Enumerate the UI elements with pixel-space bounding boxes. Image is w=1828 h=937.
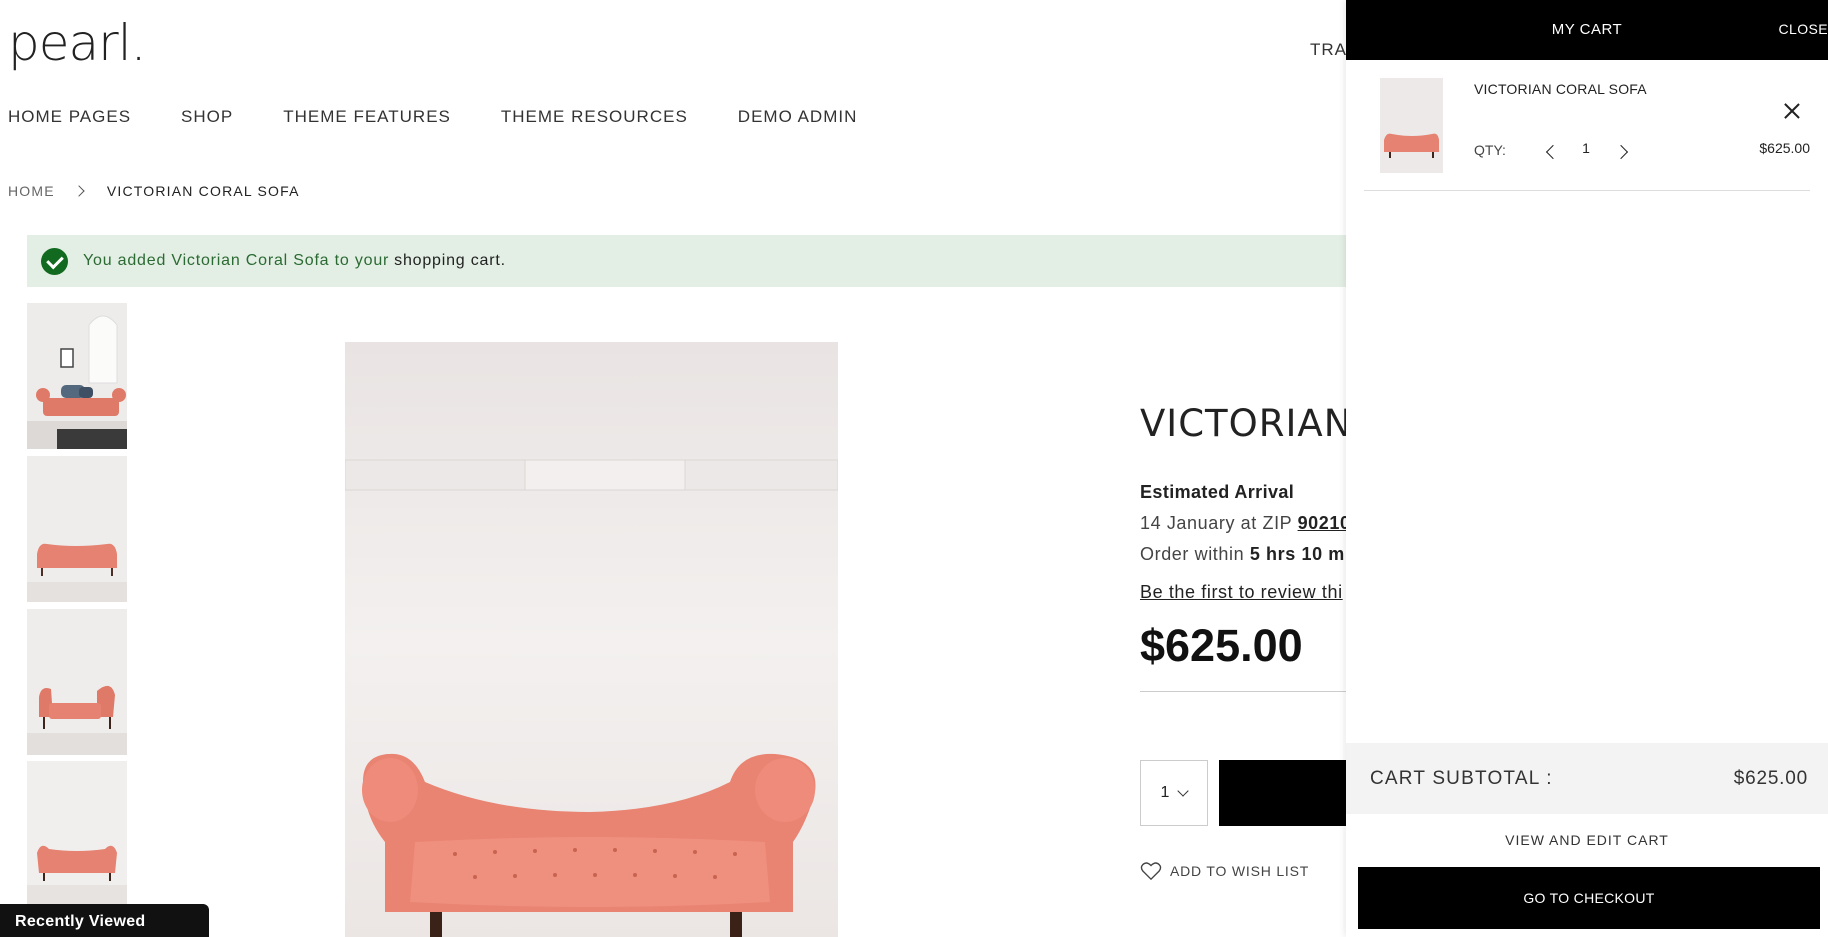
arrival-date-text: 14 January at ZIP: [1140, 513, 1292, 533]
decrease-qty-icon[interactable]: [1545, 144, 1561, 160]
product-title: VICTORIAN: [1140, 402, 1353, 445]
cart-subtotal-label: CART SUBTOTAL :: [1370, 768, 1553, 789]
product-price: $625.00: [1140, 620, 1303, 671]
cart-item-price: $625.00: [1759, 140, 1810, 156]
nav-demo-admin[interactable]: DEMO ADMIN: [738, 107, 858, 127]
product-thumbnail[interactable]: [27, 456, 127, 602]
cart-subtotal-value: $625.00: [1733, 768, 1808, 789]
heart-icon: [1140, 862, 1162, 881]
order-within-line: Order within 5 hrs 10 mi: [1140, 544, 1351, 565]
nav-shop[interactable]: SHOP: [181, 107, 233, 127]
check-circle-icon: [41, 247, 68, 275]
cart-drawer: MY CART CLOSE VICTORIAN CORAL SOFA QTY: …: [1346, 0, 1828, 937]
shopping-cart-link[interactable]: shopping cart.: [394, 252, 506, 270]
breadcrumb: HOME VICTORIAN CORAL SOFA: [8, 183, 300, 199]
divider: [1140, 691, 1360, 692]
thumbnail-sofa-side-image: [27, 609, 127, 755]
add-to-wishlist-button[interactable]: ADD TO WISH LIST: [1140, 861, 1309, 881]
chevron-down-icon: [1177, 785, 1190, 797]
add-to-wishlist-label: ADD TO WISH LIST: [1170, 863, 1310, 879]
recently-viewed-tab[interactable]: Recently Viewed: [0, 904, 209, 937]
success-message-text: You added Victorian Coral Sofa to your: [83, 252, 390, 269]
cart-item-image[interactable]: [1380, 78, 1443, 173]
increase-qty-icon[interactable]: [1613, 144, 1629, 160]
nav-theme-resources[interactable]: THEME RESOURCES: [501, 107, 688, 127]
thumbnail-sofa-front-image: [27, 456, 127, 602]
nav-home-pages[interactable]: HOME PAGES: [8, 107, 131, 127]
cart-item: VICTORIAN CORAL SOFA QTY: 1 $625.00: [1364, 60, 1810, 191]
product-thumbnail[interactable]: [27, 303, 127, 449]
arrival-date-line: 14 January at ZIP 90210 l: [1140, 513, 1361, 534]
main-nav: HOME PAGES SHOP THEME FEATURES THEME RES…: [8, 107, 857, 127]
breadcrumb-home[interactable]: HOME: [8, 183, 55, 199]
cart-item-qty[interactable]: 1: [1574, 140, 1598, 156]
go-to-checkout-button[interactable]: GO TO CHECKOUT: [1358, 867, 1820, 929]
product-main-image[interactable]: [345, 342, 838, 937]
product-thumbnail[interactable]: [27, 609, 127, 755]
chevron-right-icon: [73, 185, 85, 197]
breadcrumb-current: VICTORIAN CORAL SOFA: [106, 183, 300, 199]
thumbnail-room-image: [27, 303, 127, 449]
estimated-arrival-label: Estimated Arrival: [1140, 482, 1295, 502]
success-message: You added Victorian Coral Sofa to your s…: [27, 235, 1347, 287]
order-time-remaining: 5 hrs 10 mi: [1249, 544, 1351, 564]
quantity-value: 1: [1160, 784, 1170, 801]
product-thumbnail[interactable]: [27, 761, 127, 907]
cart-drawer-header: MY CART CLOSE: [1346, 0, 1828, 60]
order-within-text: Order within: [1140, 544, 1245, 564]
quantity-select[interactable]: 1: [1140, 760, 1208, 826]
site-logo[interactable]: pearl.: [8, 14, 146, 72]
cart-item-name[interactable]: VICTORIAN CORAL SOFA: [1474, 81, 1647, 97]
zip-code-link[interactable]: 90210: [1298, 513, 1351, 533]
cart-title: MY CART: [1551, 21, 1623, 38]
view-edit-cart-link[interactable]: VIEW AND EDIT CART: [1346, 832, 1828, 848]
nav-theme-features[interactable]: THEME FEATURES: [283, 107, 451, 127]
remove-item-icon[interactable]: [1784, 103, 1800, 119]
thumbnail-sofa-back-image: [27, 761, 127, 907]
cart-subtotal: CART SUBTOTAL : $625.00: [1346, 743, 1828, 814]
sofa-image: [345, 342, 838, 937]
cart-item-qty-label: QTY:: [1474, 142, 1506, 158]
cart-sofa-thumbnail: [1380, 78, 1443, 173]
close-cart-button[interactable]: CLOSE: [1779, 21, 1828, 37]
write-review-link[interactable]: Be the first to review thi: [1140, 582, 1343, 603]
